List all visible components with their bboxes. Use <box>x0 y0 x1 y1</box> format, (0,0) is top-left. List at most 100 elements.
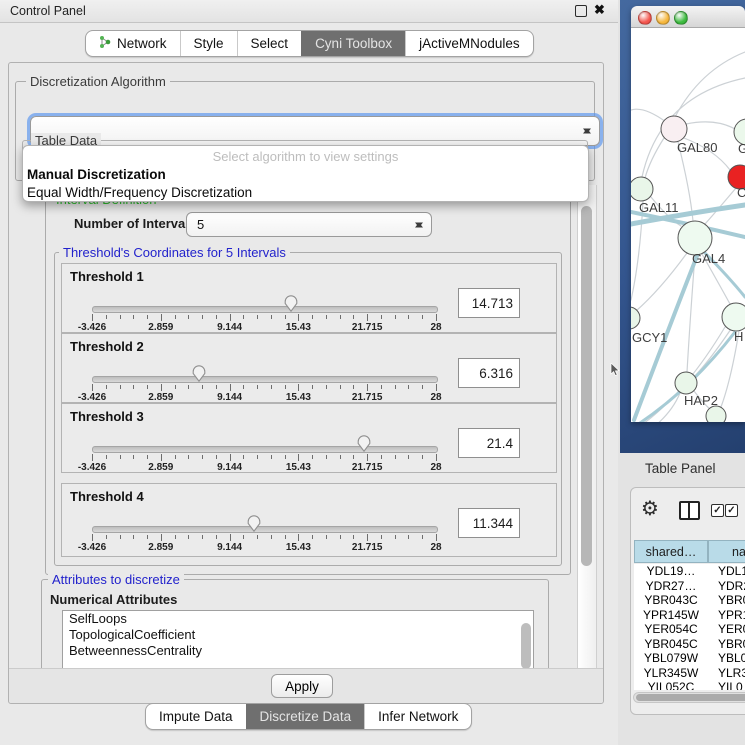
slider-track[interactable] <box>92 446 438 453</box>
slider-thumb[interactable] <box>356 435 372 453</box>
column-header-2[interactable]: na <box>708 540 745 563</box>
algorithm-option-equal-width-frequency-discretization[interactable]: Equal Width/Frequency Discretization <box>27 185 252 200</box>
numerical-attributes-list[interactable]: SelfLoopsTopologicalCoefficientBetweenne… <box>62 610 534 668</box>
cell-name[interactable]: YLR3 <box>718 666 745 681</box>
tab-label: jActiveMNodules <box>419 36 520 51</box>
cell-shared-name[interactable]: YDR27… <box>634 579 708 594</box>
slider-tick-label: 15.43 <box>286 542 311 553</box>
table-row[interactable]: YDR27… YDR2 <box>634 579 745 594</box>
checkbox-checked-icon[interactable]: ✓ <box>725 504 738 517</box>
table-row[interactable]: YBR043C YBR0 <box>634 593 745 608</box>
table-row[interactable]: YPR145W YPR1 <box>634 608 745 623</box>
network-node[interactable] <box>631 177 653 201</box>
gear-icon[interactable]: ⚙ <box>641 496 659 520</box>
tab-style[interactable]: Style <box>180 31 237 56</box>
cell-shared-name[interactable]: YBL079W <box>634 651 708 666</box>
slider-tick <box>353 385 354 389</box>
tab-infer-network[interactable]: Infer Network <box>364 704 471 729</box>
slider-tick <box>106 535 107 539</box>
slider-tick <box>395 385 396 389</box>
threshold-value-field[interactable]: 6.316 <box>458 358 520 388</box>
cell-shared-name[interactable]: YLR345W <box>634 666 708 681</box>
algorithm-option-manual-discretization[interactable]: Manual Discretization <box>27 167 166 182</box>
slider-tick-label: 15.43 <box>286 462 311 473</box>
tab-cyni-toolbox[interactable]: Cyni Toolbox <box>301 31 405 56</box>
apply-button[interactable]: Apply <box>271 674 333 698</box>
network-node[interactable] <box>675 372 697 394</box>
table-row[interactable]: YLR345W YLR3 <box>634 666 745 681</box>
close-icon[interactable]: ✖ <box>594 2 605 18</box>
checkbox-checked-icon[interactable]: ✓ <box>711 504 724 517</box>
slider-tick <box>367 534 368 541</box>
slider-tick <box>381 385 382 389</box>
slider-thumb[interactable] <box>191 365 207 383</box>
float-window-icon[interactable] <box>575 5 587 17</box>
cell-name[interactable]: YPR1 <box>718 608 745 623</box>
slider-tick <box>436 454 437 461</box>
tab-network[interactable]: Network <box>86 31 180 56</box>
slider-tick-label: 28 <box>430 542 441 553</box>
slider-tick <box>147 315 148 319</box>
network-node[interactable] <box>706 406 726 422</box>
cell-shared-name[interactable]: YER054C <box>634 622 708 637</box>
cell-name[interactable]: YDR2 <box>718 579 745 594</box>
list-scrollbar-thumb[interactable] <box>521 623 531 668</box>
tab-label: Cyni Toolbox <box>315 36 392 51</box>
attribute-item-betweennesscentrality[interactable]: BetweennessCentrality <box>63 643 533 659</box>
cell-shared-name[interactable]: YPR145W <box>634 608 708 623</box>
attribute-item-topologicalcoefficient[interactable]: TopologicalCoefficient <box>63 627 533 643</box>
slider-tick <box>230 534 231 541</box>
tab-impute-data[interactable]: Impute Data <box>146 704 246 729</box>
cell-name[interactable]: YBL0 <box>718 651 745 666</box>
cell-name[interactable]: YER0 <box>718 622 745 637</box>
slider-thumb[interactable] <box>283 295 299 313</box>
column-header-1[interactable]: shared… <box>634 540 708 563</box>
network-canvas[interactable]: GAL80GACGAL11GAL4GCY1HHAP2 <box>631 28 745 422</box>
cell-shared-name[interactable]: YDL19… <box>634 564 708 579</box>
bottom-tab-bar: Impute DataDiscretize DataInfer Network <box>145 703 472 730</box>
tab-select[interactable]: Select <box>237 31 302 56</box>
threshold-value-field[interactable]: 14.713 <box>458 288 520 318</box>
network-node[interactable] <box>722 303 745 331</box>
table-row[interactable]: YIL052C YIL0 <box>634 680 745 690</box>
network-node[interactable] <box>631 307 640 329</box>
table-horizontal-scrollbar[interactable] <box>633 692 745 703</box>
control-panel-titlebar: Control Panel ✖ <box>0 0 618 23</box>
network-node[interactable] <box>678 221 712 255</box>
cell-shared-name[interactable]: YBR043C <box>634 593 708 608</box>
cell-name[interactable]: YBR0 <box>718 593 745 608</box>
slider-track[interactable] <box>92 376 438 383</box>
network-node[interactable] <box>661 116 687 142</box>
number-of-intervals-label: Number of Intervals <box>74 216 196 231</box>
table-row[interactable]: YBR045C YBR0 <box>634 637 745 652</box>
scrollbar-thumb[interactable] <box>581 206 592 566</box>
threshold-value-field[interactable]: 21.4 <box>458 428 520 458</box>
cell-shared-name[interactable]: YBR045C <box>634 637 708 652</box>
table-row[interactable]: YBL079W YBL0 <box>634 651 745 666</box>
cell-name[interactable]: YIL0 <box>718 680 743 690</box>
cell-name[interactable]: YDL1 <box>718 564 745 579</box>
slider-track[interactable] <box>92 306 438 313</box>
tab-jactivemnodules[interactable]: jActiveMNodules <box>405 31 533 56</box>
slider-tick <box>120 385 121 389</box>
scrollbar-thumb[interactable] <box>636 694 745 701</box>
attribute-item-selfloops[interactable]: SelfLoops <box>63 611 533 627</box>
slider-tick <box>92 454 93 461</box>
table-row[interactable]: YER054C YER0 <box>634 622 745 637</box>
slider-thumb[interactable] <box>246 515 262 533</box>
close-traffic-light[interactable] <box>638 11 652 25</box>
settings-vertical-scrollbar[interactable] <box>577 185 597 668</box>
slider-track[interactable] <box>92 526 438 533</box>
slider-tick <box>367 314 368 321</box>
minimize-traffic-light[interactable] <box>656 11 670 25</box>
threshold-value-field[interactable]: 11.344 <box>458 508 520 538</box>
number-of-intervals-spinner[interactable]: 5 <box>186 212 432 237</box>
slider-tick <box>120 315 121 319</box>
table-row[interactable]: YDL19… YDL1 <box>634 564 745 579</box>
cell-shared-name[interactable]: YIL052C <box>634 680 708 690</box>
tab-discretize-data[interactable]: Discretize Data <box>246 704 365 729</box>
split-columns-icon[interactable] <box>679 501 700 520</box>
slider-tick <box>367 454 368 461</box>
zoom-traffic-light[interactable] <box>674 11 688 25</box>
cell-name[interactable]: YBR0 <box>718 637 745 652</box>
